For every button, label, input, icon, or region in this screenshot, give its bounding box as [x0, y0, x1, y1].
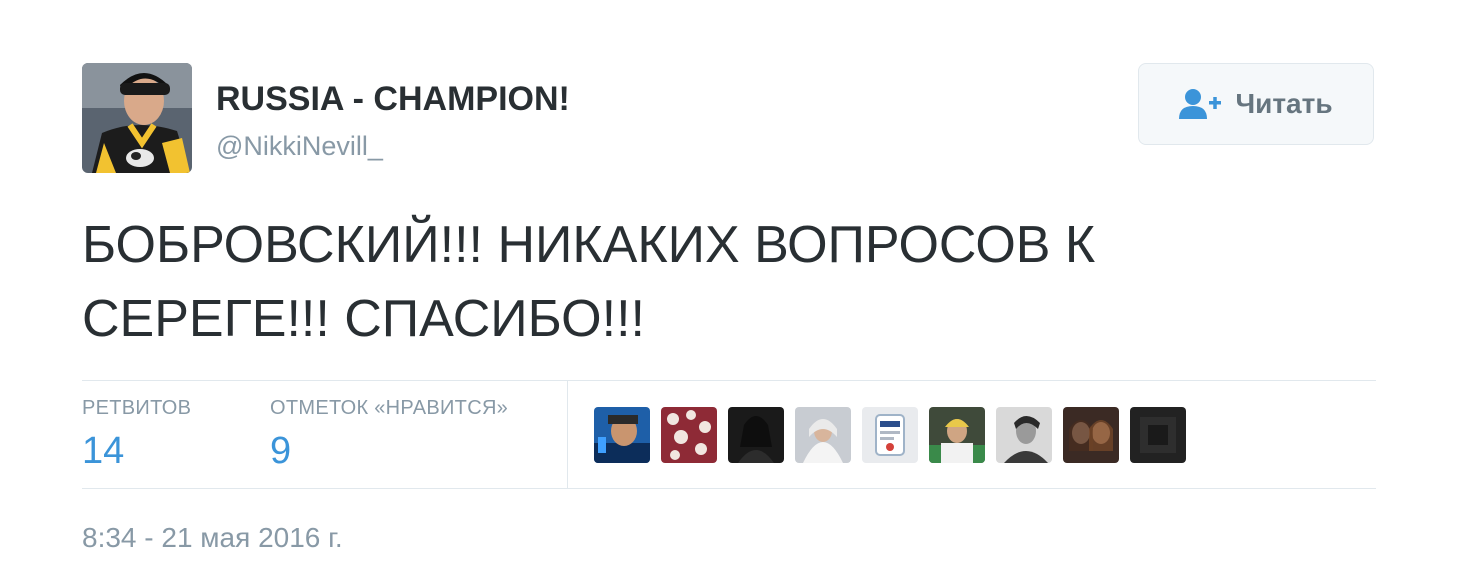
author-avatar[interactable] — [82, 63, 192, 173]
author-username[interactable]: @NikkiNevill_ — [216, 131, 383, 162]
author-display-name[interactable]: RUSSIA - CHAMPION! — [216, 80, 570, 119]
tweet-text-line-2: СЕРЕГЕ!!! СПАСИБО!!! — [82, 290, 645, 348]
stats-vertical-divider — [567, 381, 568, 488]
follow-user-icon — [1179, 88, 1223, 120]
retweets-count[interactable]: 14 — [82, 430, 124, 473]
tweet-timestamp[interactable]: 8:34 - 21 мая 2016 г. — [82, 522, 343, 554]
liker-avatar-5[interactable] — [862, 407, 918, 463]
liker-avatar-7[interactable] — [996, 407, 1052, 463]
follow-button[interactable]: Читать — [1138, 63, 1374, 145]
stats-bottom-divider — [82, 488, 1376, 489]
liker-avatar-4[interactable] — [795, 407, 851, 463]
liker-avatars — [594, 407, 1186, 463]
liker-avatar-3[interactable] — [728, 407, 784, 463]
stats-top-divider — [82, 380, 1376, 381]
follow-button-label: Читать — [1235, 88, 1333, 119]
likes-count[interactable]: 9 — [270, 430, 291, 473]
liker-avatar-6[interactable] — [929, 407, 985, 463]
liker-avatar-9[interactable] — [1130, 407, 1186, 463]
retweets-label: РЕТВИТОВ — [82, 397, 192, 419]
tweet-text: БОБРОВСКИЙ!!! НИКАКИХ ВОПРОСОВ К СЕРЕГЕ!… — [82, 208, 1382, 356]
liker-avatar-1[interactable] — [594, 407, 650, 463]
likes-label[interactable]: ОТМЕТОК «НРАВИТСЯ» — [270, 397, 508, 420]
tweet-text-line-1: БОБРОВСКИЙ!!! НИКАКИХ ВОПРОСОВ К — [82, 216, 1096, 274]
liker-avatar-8[interactable] — [1063, 407, 1119, 463]
liker-avatar-2[interactable] — [661, 407, 717, 463]
